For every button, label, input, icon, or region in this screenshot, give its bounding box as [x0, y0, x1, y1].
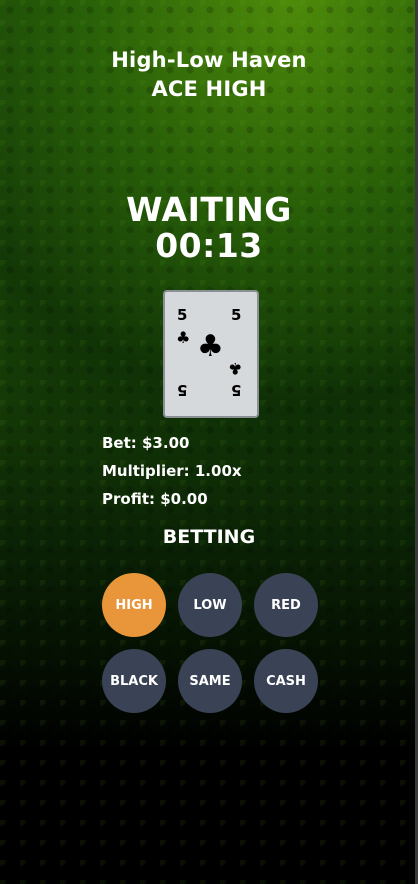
club-icon: ♣: [228, 359, 243, 378]
game-title: High-Low Haven: [111, 48, 307, 72]
game-header: High-Low Haven ACE HIGH: [0, 46, 418, 104]
card-rank-bottom-left: 5: [177, 381, 188, 399]
card-rank-bottom-right: 5: [231, 381, 242, 399]
club-icon: ♣: [197, 329, 224, 364]
game-screen: High-Low Haven ACE HIGH WAITING 00:13 5 …: [0, 0, 418, 884]
low-button[interactable]: LOW: [178, 573, 242, 637]
card-rank-top-right: 5: [231, 306, 242, 324]
club-icon: ♣: [176, 328, 191, 347]
round-status: WAITING 00:13: [0, 192, 418, 264]
betting-label: BETTING: [162, 526, 256, 548]
black-button[interactable]: BLACK: [102, 649, 166, 713]
bet-stats: Bet: $3.00 Multiplier: 1.00x Profit: $0.…: [102, 429, 242, 513]
cash-button[interactable]: CASH: [254, 649, 318, 713]
current-card: 5 ♣ 5 ♣ ♣ 5 5: [163, 290, 259, 418]
same-button[interactable]: SAME: [178, 649, 242, 713]
countdown-timer: 00:13: [155, 226, 263, 265]
profit-value: Profit: $0.00: [102, 490, 208, 508]
bet-amount: Bet: $3.00: [102, 434, 190, 452]
card-rank-top-left: 5: [177, 306, 188, 324]
red-button[interactable]: RED: [254, 573, 318, 637]
status-text: WAITING: [126, 190, 292, 229]
high-button[interactable]: HIGH: [102, 573, 166, 637]
ace-rule-label: ACE HIGH: [151, 77, 267, 101]
multiplier-value: Multiplier: 1.00x: [102, 462, 242, 480]
